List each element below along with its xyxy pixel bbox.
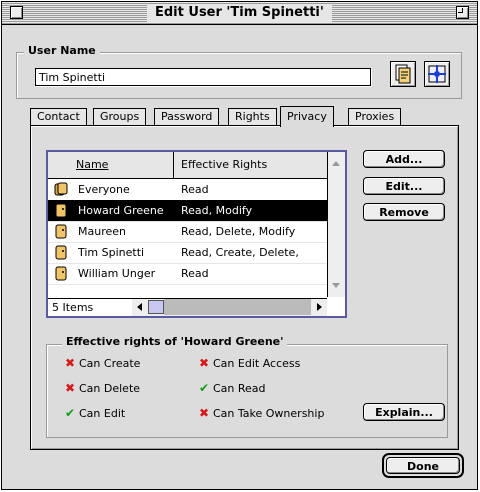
list-item[interactable]: Everyone Read <box>48 179 327 201</box>
denied-icon: ✖ <box>199 356 210 370</box>
user-icon <box>55 266 67 281</box>
title-bar[interactable]: Edit User 'Tim Spinetti' <box>2 2 477 25</box>
horizontal-scrollbar[interactable] <box>132 298 327 316</box>
effective-rights-title: Effective rights of 'Howard Greene' <box>62 335 288 348</box>
granted-icon: ✔ <box>199 381 210 395</box>
column-header-name[interactable]: Name <box>76 158 108 171</box>
list-item-selected[interactable]: Howard Greene Read, Modify <box>48 200 327 222</box>
add-button[interactable]: Add... <box>363 150 445 168</box>
tab-rights[interactable]: Rights <box>228 108 277 125</box>
tab-privacy[interactable]: Privacy <box>280 106 334 127</box>
edit-button[interactable]: Edit... <box>363 177 445 195</box>
granted-icon: ✔ <box>65 406 76 420</box>
vertical-scrollbar[interactable] <box>327 152 345 297</box>
row-name: Tim Spinetti <box>78 246 145 259</box>
tab-contact[interactable]: Contact <box>30 108 87 125</box>
edit-user-window: Edit User 'Tim Spinetti' User Name Tim S… <box>1 1 478 490</box>
items-count-area: 5 Items <box>48 298 132 316</box>
user-name-field[interactable]: Tim Spinetti <box>35 68 371 86</box>
scroll-up-arrow-icon[interactable] <box>328 156 344 170</box>
scroll-thumb[interactable] <box>148 300 164 314</box>
tab-bar: Contact Groups Password Rights Privacy P… <box>30 106 460 127</box>
user-icon <box>55 245 67 260</box>
done-button-default-ring: Done <box>382 453 464 478</box>
items-count: 5 Items <box>52 301 94 314</box>
list-header: Name Effective Rights <box>48 152 327 179</box>
user-icon <box>55 224 67 239</box>
denied-icon: ✖ <box>65 356 76 370</box>
denied-icon: ✖ <box>199 406 210 420</box>
remove-button[interactable]: Remove <box>363 203 445 221</box>
row-name: Howard Greene <box>78 204 164 217</box>
list-item[interactable]: Maureen Read, Delete, Modify <box>48 221 327 243</box>
tab-groups[interactable]: Groups <box>93 108 147 125</box>
user-icon <box>55 203 67 218</box>
row-rights: Read, Create, Delete, <box>181 246 299 259</box>
effective-rights-group: ✖ Can Create ✖ Can Edit Access ✖ Can Del… <box>46 344 448 438</box>
user-name-label: User Name <box>24 44 100 57</box>
row-name: Maureen <box>78 225 126 238</box>
denied-icon: ✖ <box>65 381 76 395</box>
column-header-effective-rights[interactable]: Effective Rights <box>181 158 267 171</box>
explain-button[interactable]: Explain... <box>363 403 445 421</box>
close-box-icon[interactable] <box>10 6 23 19</box>
done-button[interactable]: Done <box>386 457 460 474</box>
zoom-box-icon[interactable] <box>456 6 469 19</box>
privacy-list[interactable]: Name Effective Rights Everyone Read Howa… <box>46 150 347 318</box>
row-rights: Read, Delete, Modify <box>181 225 296 238</box>
window-title: Edit User 'Tim Spinetti' <box>147 4 332 22</box>
tab-proxies[interactable]: Proxies <box>348 108 402 125</box>
target-icon[interactable] <box>424 61 450 87</box>
row-name: William Unger <box>78 267 156 280</box>
list-item[interactable]: Tim Spinetti Read, Create, Delete, <box>48 242 327 264</box>
tab-password[interactable]: Password <box>154 108 220 125</box>
row-rights: Read <box>181 183 209 196</box>
scroll-left-arrow-icon[interactable] <box>132 299 148 315</box>
group-icon <box>54 182 68 196</box>
address-book-icon[interactable] <box>390 61 416 87</box>
row-rights: Read <box>181 267 209 280</box>
list-item[interactable]: William Unger Read <box>48 263 327 285</box>
row-name: Everyone <box>78 183 130 196</box>
row-rights: Read, Modify <box>181 204 253 217</box>
scroll-right-arrow-icon[interactable] <box>311 299 327 315</box>
scroll-down-arrow-icon[interactable] <box>328 279 344 293</box>
